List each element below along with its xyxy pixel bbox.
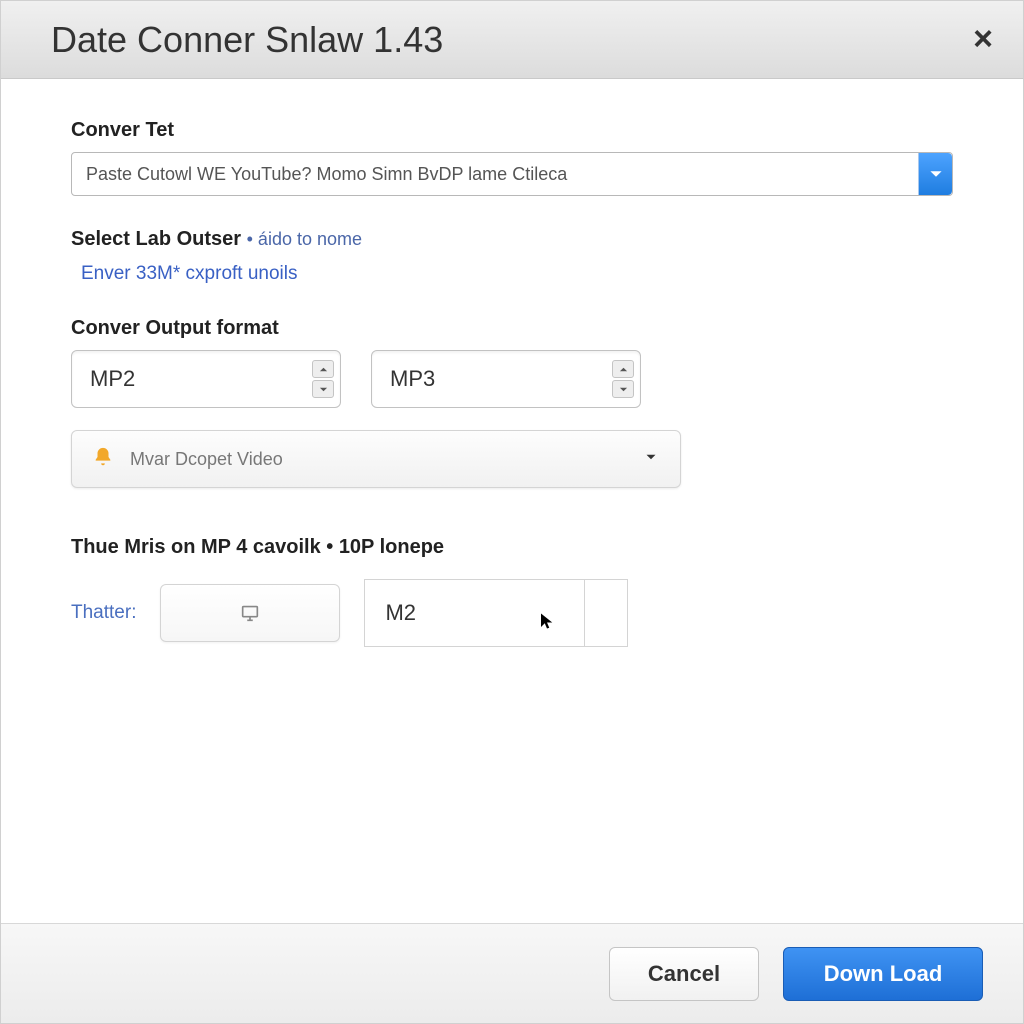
thatter-label: Thatter:: [71, 602, 136, 624]
format-spinner-1[interactable]: MP2: [71, 350, 341, 408]
dialog-body: Conver Tet Select Lab Outser • áido to n…: [1, 79, 1023, 923]
thatter-row: Thatter: M2: [71, 579, 953, 647]
bell-icon: [92, 446, 114, 473]
url-input[interactable]: [71, 152, 953, 196]
select-section: Select Lab Outser • áido to nome Enver 3…: [71, 228, 953, 285]
format-spinner-2-value: MP3: [390, 366, 435, 392]
title-bar: Date Conner Snlaw 1.43 ×: [1, 1, 1023, 79]
m2-value: M2: [385, 600, 416, 626]
select-suffix: • áido to nome: [247, 229, 362, 249]
format-row: MP2 MP3: [71, 350, 953, 408]
cancel-button[interactable]: Cancel: [609, 947, 759, 1001]
spinner-1-arrows: [312, 360, 334, 398]
url-section: Conver Tet: [71, 119, 953, 196]
chevron-down-icon: [929, 167, 943, 181]
url-input-wrap: [71, 152, 953, 196]
format-section: Conver Output format MP2 MP3: [71, 317, 953, 488]
hint-text: Thue Mris on MP 4 cavoilk • 10P lonepe: [71, 536, 953, 559]
expander-label: Mvar Dcopet Video: [130, 449, 283, 470]
download-button-label: Down Load: [824, 961, 943, 987]
m2-input[interactable]: M2: [364, 579, 584, 647]
dialog-window: Date Conner Snlaw 1.43 × Conver Tet Sele…: [0, 0, 1024, 1024]
spinner-2-arrows: [612, 360, 634, 398]
chevron-down-icon: [642, 448, 660, 471]
cancel-button-label: Cancel: [648, 961, 720, 987]
download-button[interactable]: Down Load: [783, 947, 983, 1001]
thatter-box[interactable]: [160, 584, 340, 642]
spinner-1-up[interactable]: [312, 360, 334, 378]
video-expander[interactable]: Mvar Dcopet Video: [71, 430, 681, 488]
url-label: Conver Tet: [71, 119, 953, 142]
select-label: Select Lab Outser: [71, 228, 241, 250]
spinner-1-down[interactable]: [312, 380, 334, 398]
window-title: Date Conner Snlaw 1.43: [51, 19, 443, 61]
monitor-icon: [239, 602, 261, 624]
format-spinner-1-value: MP2: [90, 366, 135, 392]
format-label: Conver Output format: [71, 317, 953, 340]
spinner-2-up[interactable]: [612, 360, 634, 378]
m2-group: M2: [364, 579, 628, 647]
dialog-footer: Cancel Down Load: [1, 923, 1023, 1023]
format-spinner-2[interactable]: MP3: [371, 350, 641, 408]
spinner-2-down[interactable]: [612, 380, 634, 398]
m2-side-button[interactable]: [584, 579, 628, 647]
select-link[interactable]: Enver 33M* cxproft unoils: [71, 263, 953, 285]
select-label-row: Select Lab Outser • áido to nome: [71, 228, 953, 251]
expander-left: Mvar Dcopet Video: [92, 446, 283, 473]
cursor-icon: [538, 610, 556, 636]
close-icon[interactable]: ×: [973, 20, 993, 59]
url-dropdown-button[interactable]: [918, 153, 952, 195]
